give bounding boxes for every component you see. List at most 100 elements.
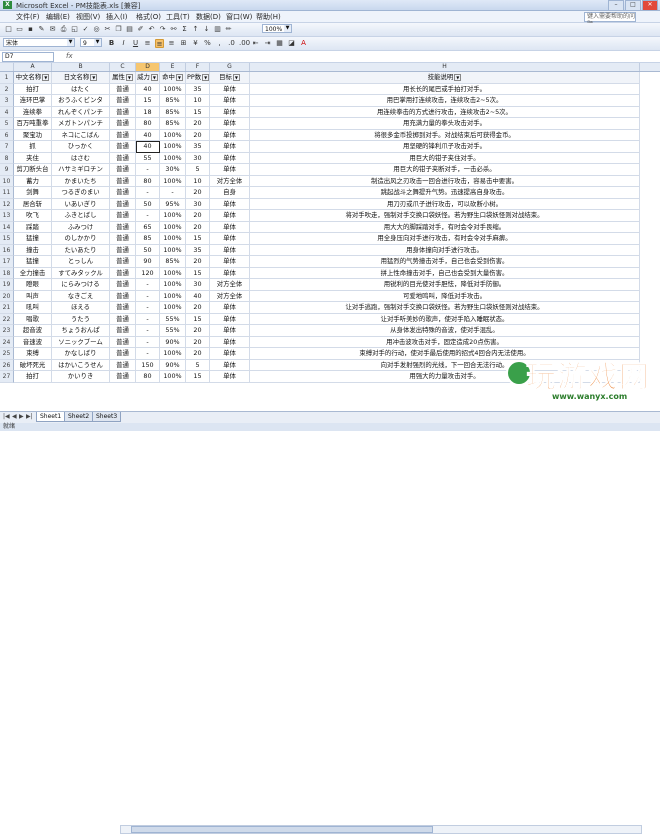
table-cell[interactable]: 普通	[110, 348, 136, 360]
row-header[interactable]: 8	[0, 152, 14, 164]
table-cell[interactable]: 15	[186, 106, 210, 118]
table-cell[interactable]: 100%	[160, 267, 186, 279]
row-header[interactable]: 18	[0, 267, 14, 279]
row-header[interactable]: 27	[0, 371, 14, 383]
borders-icon[interactable]: ▦	[275, 39, 284, 48]
table-cell[interactable]: 40	[186, 290, 210, 302]
table-cell[interactable]: 跳起战斗之舞提升气势。迅速提高自身攻击。	[250, 187, 640, 199]
table-cell[interactable]: 普通	[110, 233, 136, 245]
table-cell[interactable]: メガトンパンチ	[52, 118, 110, 130]
table-cell[interactable]: 剪刀断头台	[14, 164, 52, 176]
table-cell[interactable]: 从身体发出特殊的音波，使对手混乱。	[250, 325, 640, 337]
column-title-cell[interactable]: 命中 ▼	[160, 72, 186, 84]
table-cell[interactable]: 55%	[160, 325, 186, 337]
select-all-corner[interactable]	[0, 63, 14, 71]
table-cell[interactable]: 90%	[160, 336, 186, 348]
autofilter-dropdown-icon[interactable]: ▼	[175, 73, 183, 81]
column-title-cell[interactable]: 日文名称 ▼	[52, 72, 110, 84]
row-header[interactable]: 4	[0, 106, 14, 118]
table-cell[interactable]: 用大大的脚踩踏对手，有时会令对手畏缩。	[250, 221, 640, 233]
table-cell[interactable]: 吼叫	[14, 302, 52, 314]
menu-item[interactable]: 插入(I)	[106, 12, 128, 22]
table-cell[interactable]: ネコにこばん	[52, 129, 110, 141]
horizontal-scrollbar[interactable]	[120, 825, 642, 834]
autofilter-dropdown-icon[interactable]: ▼	[232, 73, 240, 81]
table-cell[interactable]: -	[136, 187, 160, 199]
table-cell[interactable]: 30%	[160, 164, 186, 176]
increase-decimal-icon[interactable]: .0	[227, 39, 236, 48]
column-header[interactable]: D	[136, 63, 160, 71]
table-cell[interactable]: 单体	[210, 83, 250, 95]
decrease-indent-icon[interactable]: ⇤	[251, 39, 260, 48]
menu-item[interactable]: 视图(V)	[76, 12, 100, 22]
autofilter-dropdown-icon[interactable]: ▼	[42, 73, 50, 81]
table-cell[interactable]: -	[160, 187, 186, 199]
row-header[interactable]: 15	[0, 233, 14, 245]
table-cell[interactable]: 普通	[110, 371, 136, 383]
table-cell[interactable]: 100%	[160, 302, 186, 314]
table-cell[interactable]: 剑舞	[14, 187, 52, 199]
permission-icon[interactable]: ✎	[37, 25, 46, 34]
row-header[interactable]: 17	[0, 256, 14, 268]
table-cell[interactable]: 用充满力量的拳头攻击对手。	[250, 118, 640, 130]
menu-item[interactable]: 工具(T)	[166, 12, 190, 22]
row-header[interactable]: 20	[0, 290, 14, 302]
table-cell[interactable]: 普通	[110, 244, 136, 256]
table-cell[interactable]: 单体	[210, 164, 250, 176]
table-cell[interactable]: 40	[136, 83, 160, 95]
table-cell[interactable]: -	[136, 348, 160, 360]
table-cell[interactable]: 100%	[160, 233, 186, 245]
menu-item[interactable]: 编辑(E)	[46, 12, 70, 22]
table-cell[interactable]: 35	[186, 141, 210, 153]
column-header[interactable]: H	[250, 63, 640, 71]
row-header[interactable]: 5	[0, 118, 14, 130]
table-cell[interactable]: 85%	[160, 106, 186, 118]
maximize-button[interactable]: □	[625, 0, 641, 11]
table-cell[interactable]: 普通	[110, 359, 136, 371]
menu-item[interactable]: 文件(F)	[16, 12, 40, 22]
column-title-cell[interactable]: 属性 ▼	[110, 72, 136, 84]
table-cell[interactable]: 20	[186, 187, 210, 199]
table-cell[interactable]: 用刀刃或爪子进行攻击，可以砍断小树。	[250, 198, 640, 210]
table-cell[interactable]: 叫声	[14, 290, 52, 302]
help-search-input[interactable]: 键入需要帮助的问题	[584, 12, 636, 28]
table-cell[interactable]: 普通	[110, 279, 136, 291]
table-cell[interactable]: 20	[186, 302, 210, 314]
autofilter-dropdown-icon[interactable]: ▼	[202, 73, 209, 81]
table-cell[interactable]: ふきとばし	[52, 210, 110, 222]
table-cell[interactable]: 普通	[110, 141, 136, 153]
table-cell[interactable]: -	[136, 210, 160, 222]
table-cell[interactable]: 用身体撞向对手进行攻击。	[250, 244, 640, 256]
table-cell[interactable]: 普通	[110, 106, 136, 118]
table-cell[interactable]: 50	[136, 244, 160, 256]
table-cell[interactable]: 15	[186, 267, 210, 279]
table-cell[interactable]: -	[136, 336, 160, 348]
table-cell[interactable]: たいあたり	[52, 244, 110, 256]
font-color-icon[interactable]: A	[299, 39, 308, 48]
table-cell[interactable]: 10	[186, 95, 210, 107]
undo-icon[interactable]: ↶	[147, 25, 156, 34]
close-button[interactable]: ✕	[642, 0, 658, 11]
table-cell[interactable]: 单体	[210, 129, 250, 141]
copy-icon[interactable]: ❐	[114, 25, 123, 34]
column-header[interactable]: G	[210, 63, 250, 71]
table-cell[interactable]: 100%	[160, 221, 186, 233]
menu-item[interactable]: 帮助(H)	[256, 12, 281, 22]
row-header[interactable]: 19	[0, 279, 14, 291]
autofilter-dropdown-icon[interactable]: ▼	[125, 73, 133, 81]
hyperlink-icon[interactable]: ⚯	[169, 25, 178, 34]
minimize-button[interactable]: –	[608, 0, 624, 11]
font-name-select[interactable]: 宋体 ▼	[3, 38, 75, 47]
currency-icon[interactable]: ¥	[191, 39, 200, 48]
table-cell[interactable]: -	[136, 290, 160, 302]
name-box[interactable]: D7	[2, 52, 54, 62]
table-cell[interactable]: 超音波	[14, 325, 52, 337]
table-cell[interactable]: 普通	[110, 313, 136, 325]
table-cell[interactable]: 20	[186, 129, 210, 141]
sheet-tab[interactable]: Sheet2	[64, 412, 94, 422]
table-cell[interactable]: 普通	[110, 198, 136, 210]
table-cell[interactable]: 30	[186, 198, 210, 210]
last-sheet-icon[interactable]: ▶|	[26, 413, 33, 420]
fill-color-icon[interactable]: ◪	[287, 39, 296, 48]
format-painter-icon[interactable]: ✐	[136, 25, 145, 34]
